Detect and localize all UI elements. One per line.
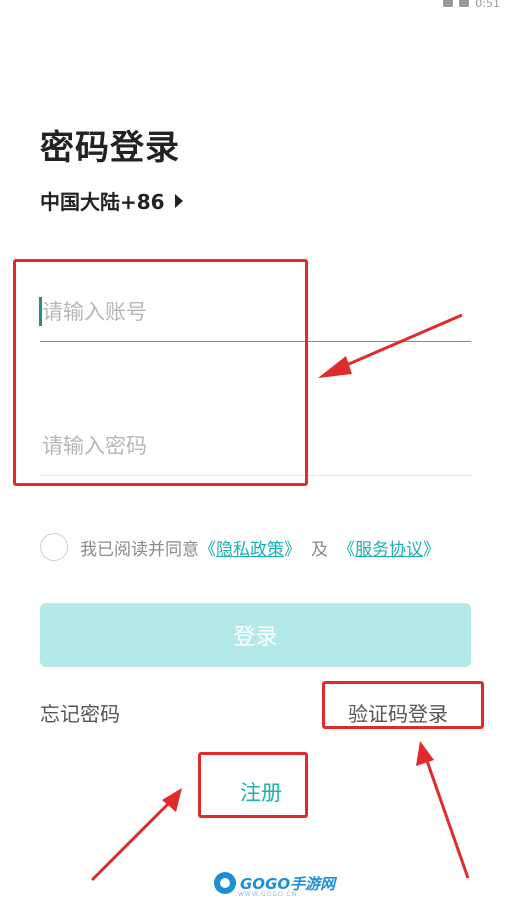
privacy-policy-link[interactable]: 隐私政策 (216, 535, 284, 560)
bracket-open: 《 (338, 539, 355, 560)
region-label: 中国大陆+86 (40, 190, 165, 214)
password-input[interactable] (40, 416, 471, 475)
status-time: 0:51 (475, 0, 500, 10)
password-field[interactable] (40, 416, 471, 476)
agreement-prefix: 我已阅读并同意 (80, 539, 199, 560)
agreement-and: 及 (311, 539, 328, 560)
status-bar: 0:51 (443, 0, 500, 10)
region-selector[interactable]: 中国大陆+86 (40, 186, 183, 215)
arrow-to-register (90, 788, 182, 882)
service-agreement-link[interactable]: 服务协议 (355, 535, 423, 560)
bracket-open: 《 (199, 539, 216, 560)
bracket-close: 》 (284, 539, 301, 560)
bracket-close: 》 (423, 539, 440, 560)
text-cursor (39, 297, 42, 326)
agreement-row: 我已阅读并同意 《隐私政策》 及 《服务协议》 (40, 533, 440, 561)
caret-right-icon (174, 193, 183, 208)
account-input[interactable] (40, 282, 471, 341)
agreement-checkbox[interactable] (40, 533, 68, 561)
watermark-url: WWW.GOGO.CN (238, 891, 298, 898)
arrow-to-sms-login (416, 741, 470, 879)
account-field[interactable] (40, 282, 471, 342)
gogo-logo-icon (214, 872, 236, 894)
register-link[interactable]: 注册 (240, 777, 282, 807)
forgot-password-link[interactable]: 忘记密码 (40, 698, 120, 727)
page-title: 密码登录 (40, 128, 180, 168)
login-button[interactable]: 登录 (40, 603, 471, 667)
signal-icon (459, 0, 470, 7)
sms-login-link[interactable]: 验证码登录 (348, 698, 448, 727)
wifi-icon (443, 0, 454, 7)
